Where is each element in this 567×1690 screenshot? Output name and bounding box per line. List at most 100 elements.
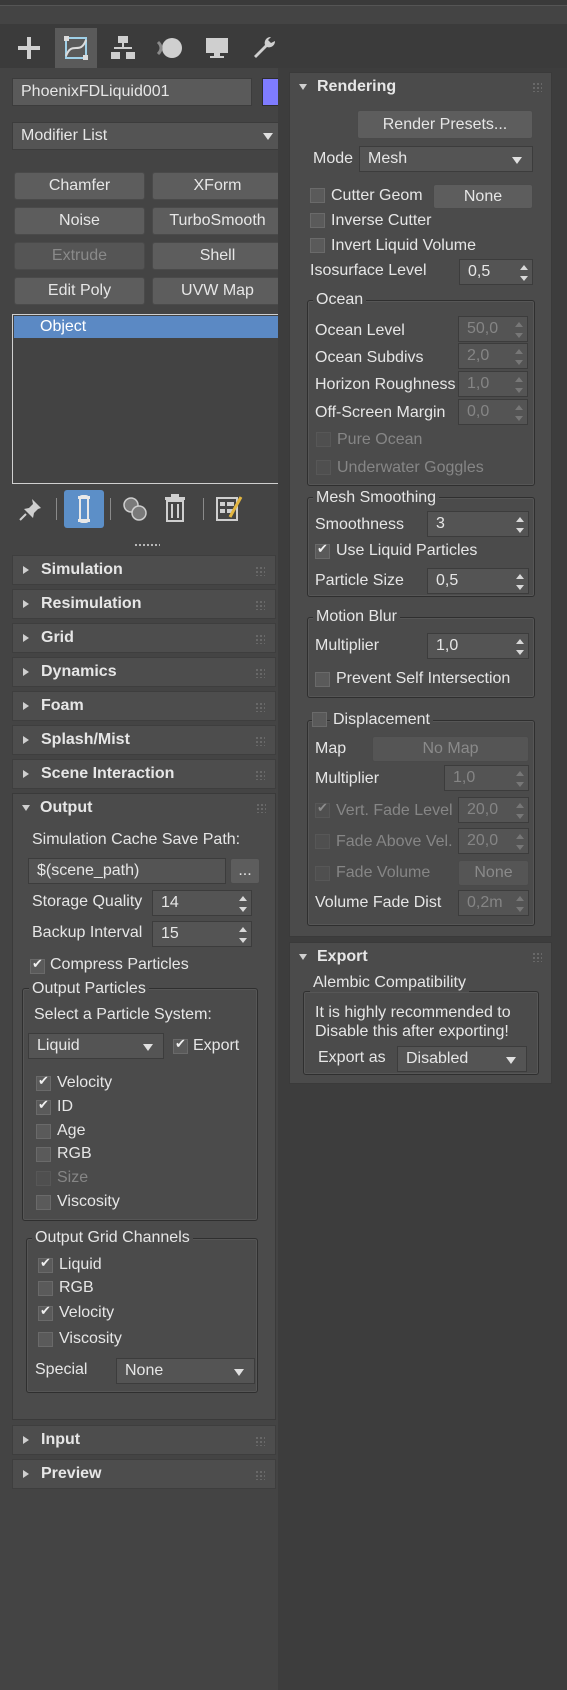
- pure-ocean-checkbox[interactable]: [316, 432, 331, 447]
- fade-above-vel-spinner[interactable]: 20,0: [458, 828, 529, 854]
- inverse-cutter-checkbox[interactable]: [310, 213, 325, 228]
- modify-tab[interactable]: [55, 28, 97, 68]
- grip-icon[interactable]: [255, 1470, 265, 1480]
- show-end-result-button[interactable]: [64, 490, 104, 528]
- isosurface-level-spinner[interactable]: 0,5: [459, 259, 533, 285]
- chamfer-button[interactable]: Chamfer: [14, 172, 145, 200]
- remove-modifier-button[interactable]: [160, 492, 190, 524]
- grid-liquid-checkbox[interactable]: [38, 1256, 53, 1273]
- vert-fade-level-spinner[interactable]: 20,0: [458, 797, 529, 823]
- rgb-channel-checkbox[interactable]: [36, 1147, 51, 1162]
- export-particles-checkbox[interactable]: [173, 1037, 188, 1054]
- id-channel-checkbox[interactable]: [36, 1098, 51, 1115]
- underwater-goggles-checkbox[interactable]: [316, 460, 331, 475]
- volume-fade-dist-spinner[interactable]: 0,2m: [458, 890, 529, 916]
- edit-poly-button[interactable]: Edit Poly: [14, 277, 145, 305]
- motion-blur-multiplier-spinner[interactable]: 1,0: [427, 633, 529, 659]
- rollout-rendering[interactable]: Rendering: [289, 72, 552, 102]
- modifier-stack[interactable]: Object: [12, 314, 288, 484]
- spinner-arrows-icon[interactable]: [516, 639, 524, 655]
- grip-icon[interactable]: [255, 634, 265, 644]
- rollout-simulation[interactable]: Simulation: [12, 555, 276, 585]
- cutter-geom-pick-button[interactable]: None: [433, 184, 533, 209]
- displacement-map-button[interactable]: No Map: [372, 736, 529, 762]
- rollout-resimulation[interactable]: Resimulation: [12, 589, 276, 619]
- grip-icon[interactable]: [255, 736, 265, 746]
- backup-interval-spinner[interactable]: 15: [152, 921, 252, 947]
- fade-above-vel-checkbox[interactable]: [315, 834, 330, 849]
- grip-icon[interactable]: [256, 803, 266, 813]
- rollout-splash-mist[interactable]: Splash/Mist: [12, 725, 276, 755]
- spinner-arrows-icon[interactable]: [516, 896, 524, 912]
- spinner-arrows-icon[interactable]: [516, 834, 524, 850]
- off-screen-margin-spinner[interactable]: 0,0: [458, 399, 528, 425]
- hierarchy-tab[interactable]: [102, 28, 144, 68]
- displacement-checkbox[interactable]: [312, 712, 327, 727]
- rollout-scene-interaction[interactable]: Scene Interaction: [12, 759, 276, 789]
- viscosity-channel-checkbox[interactable]: [36, 1195, 51, 1210]
- spinner-arrows-icon[interactable]: [516, 771, 524, 787]
- shell-button[interactable]: Shell: [152, 242, 283, 270]
- ocean-level-spinner[interactable]: 50,0: [458, 316, 528, 342]
- velocity-channel-checkbox[interactable]: [36, 1074, 51, 1091]
- grip-icon[interactable]: [532, 952, 542, 962]
- compress-particles-checkbox[interactable]: [30, 957, 45, 974]
- cache-path-input[interactable]: $(scene_path): [28, 858, 226, 884]
- grip-icon[interactable]: [255, 702, 265, 712]
- configure-modifier-sets-button[interactable]: [212, 492, 246, 524]
- particle-size-spinner[interactable]: 0,5: [427, 568, 529, 594]
- horizon-roughness-spinner[interactable]: 1,0: [458, 371, 528, 397]
- spinner-arrows-icon[interactable]: [239, 927, 247, 943]
- size-channel-checkbox[interactable]: [36, 1171, 51, 1186]
- rollout-export[interactable]: Export: [289, 942, 552, 972]
- fade-volume-checkbox[interactable]: [315, 866, 330, 881]
- grid-viscosity-checkbox[interactable]: [38, 1332, 53, 1347]
- grip-icon[interactable]: [255, 1436, 265, 1446]
- fade-volume-pick-button[interactable]: None: [458, 860, 529, 886]
- grid-velocity-checkbox[interactable]: [38, 1304, 53, 1321]
- rollout-output[interactable]: Output: [12, 793, 276, 823]
- spinner-arrows-icon[interactable]: [515, 377, 523, 393]
- utilities-tab[interactable]: [243, 28, 285, 68]
- rollout-dynamics[interactable]: Dynamics: [12, 657, 276, 687]
- grip-icon[interactable]: [255, 668, 265, 678]
- rollout-foam[interactable]: Foam: [12, 691, 276, 721]
- prevent-self-intersection-checkbox[interactable]: [315, 672, 330, 687]
- spinner-arrows-icon[interactable]: [239, 896, 247, 912]
- smoothness-spinner[interactable]: 3: [427, 511, 529, 537]
- grip-icon[interactable]: [255, 566, 265, 576]
- modifier-list-dropdown[interactable]: Modifier List: [12, 122, 284, 150]
- storage-quality-spinner[interactable]: 14: [152, 890, 252, 916]
- turbosmooth-button[interactable]: TurboSmooth: [152, 207, 283, 235]
- object-name-field[interactable]: PhoenixFDLiquid001: [12, 78, 252, 106]
- vert-fade-level-checkbox[interactable]: [315, 801, 330, 818]
- spinner-arrows-icon[interactable]: [516, 803, 524, 819]
- ocean-subdivs-spinner[interactable]: 2,0: [458, 343, 528, 369]
- mode-dropdown[interactable]: Mesh: [359, 146, 533, 172]
- spinner-arrows-icon[interactable]: [515, 349, 523, 365]
- make-unique-button[interactable]: [120, 494, 150, 524]
- spinner-arrows-icon[interactable]: [515, 322, 523, 338]
- create-tab[interactable]: [8, 28, 50, 68]
- rollout-grid[interactable]: Grid: [12, 623, 276, 653]
- special-dropdown[interactable]: None: [116, 1358, 255, 1384]
- uvw-map-button[interactable]: UVW Map: [152, 277, 283, 305]
- rollout-input[interactable]: Input: [12, 1425, 276, 1455]
- cutter-geom-checkbox[interactable]: [310, 188, 325, 203]
- grip-icon[interactable]: [255, 770, 265, 780]
- stack-resize-handle[interactable]: [134, 543, 160, 548]
- export-as-dropdown[interactable]: Disabled: [397, 1046, 527, 1072]
- browse-cache-path-button[interactable]: ...: [230, 858, 260, 884]
- grid-rgb-checkbox[interactable]: [38, 1281, 53, 1296]
- spinner-arrows-icon[interactable]: [516, 517, 524, 533]
- modifier-stack-item-object[interactable]: Object: [14, 316, 286, 338]
- age-channel-checkbox[interactable]: [36, 1124, 51, 1139]
- spinner-arrows-icon[interactable]: [516, 574, 524, 590]
- use-liquid-particles-checkbox[interactable]: [315, 542, 330, 559]
- noise-button[interactable]: Noise: [14, 207, 145, 235]
- motion-tab[interactable]: [149, 28, 191, 68]
- grip-icon[interactable]: [255, 600, 265, 610]
- invert-liquid-volume-checkbox[interactable]: [310, 238, 325, 253]
- render-presets-button[interactable]: Render Presets...: [357, 110, 533, 139]
- grip-icon[interactable]: [532, 82, 542, 92]
